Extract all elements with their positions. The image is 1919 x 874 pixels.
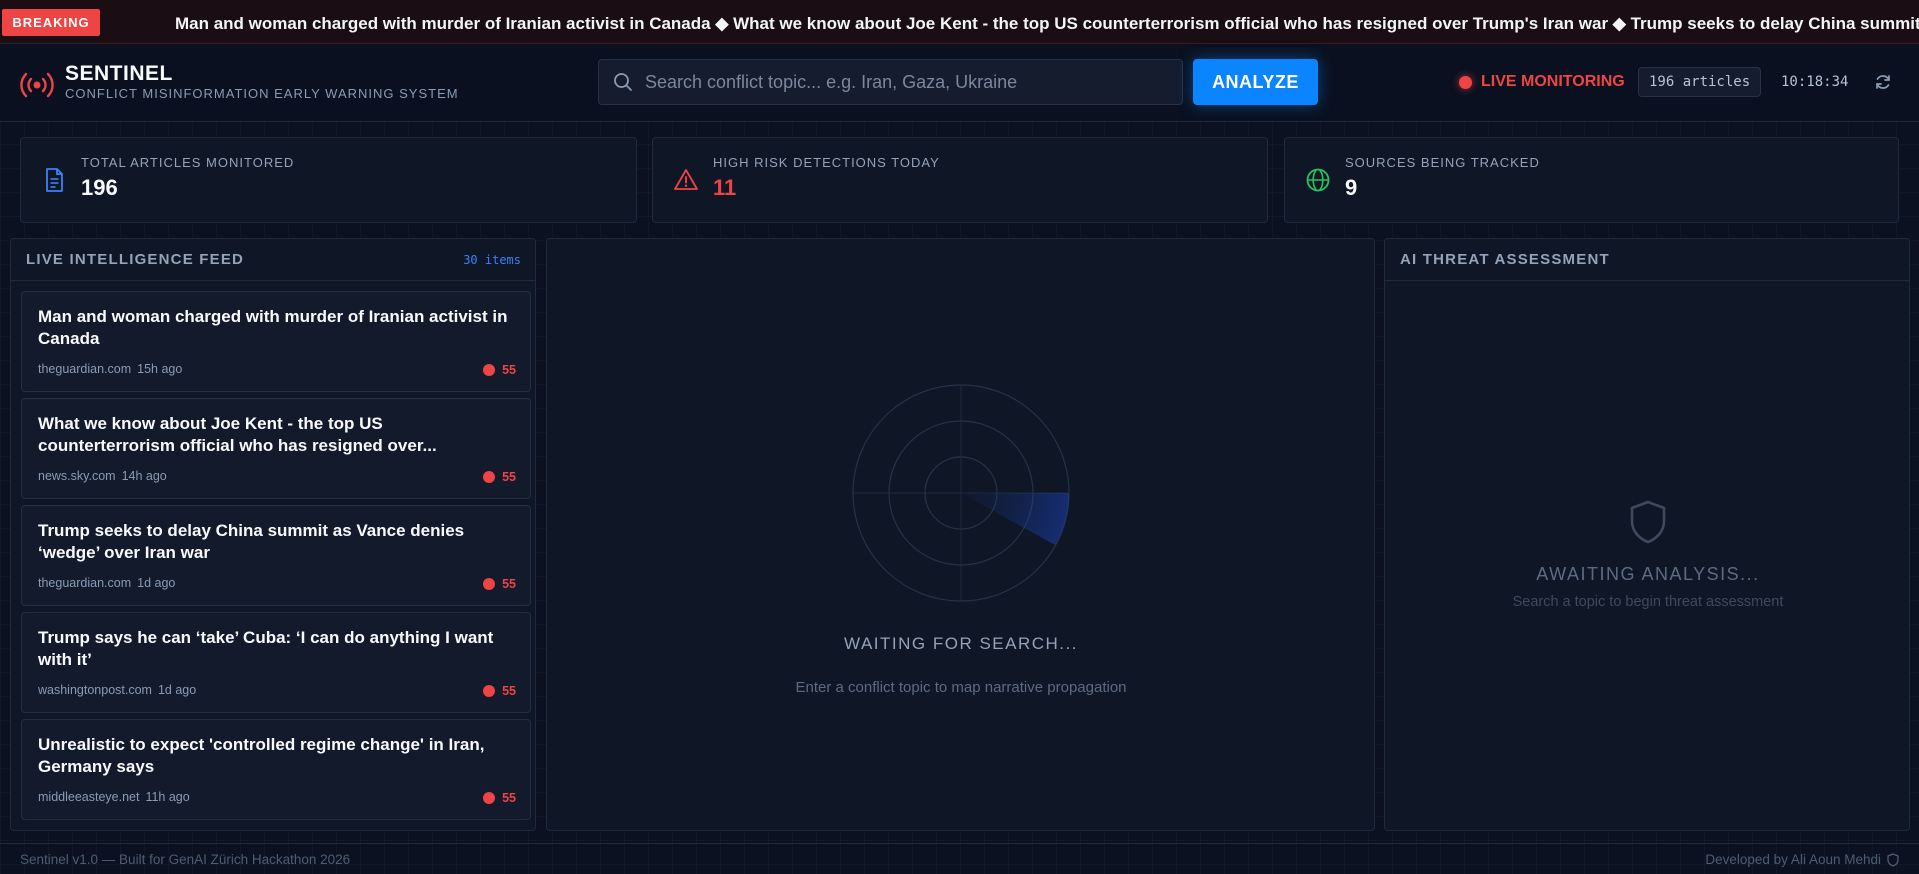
- threat-title: AI THREAT ASSESSMENT: [1385, 239, 1909, 281]
- stat-card-sources: SOURCES BEING TRACKED 9: [1284, 137, 1899, 223]
- risk-value: 55: [502, 363, 516, 377]
- feed-item-source: theguardian.com: [38, 362, 132, 376]
- feed-item[interactable]: What we know about Joe Kent - the top US…: [21, 398, 531, 499]
- footer-version: Sentinel v1.0 — Built for GenAI Zürich H…: [20, 852, 351, 867]
- risk-score: 55: [483, 470, 516, 484]
- risk-dot-icon: [483, 578, 496, 590]
- stat-label: SOURCES BEING TRACKED: [1345, 155, 1540, 170]
- footer-credit: Developed by Ali Aoun Mehdi: [1705, 852, 1899, 867]
- shield-icon: [1630, 500, 1666, 544]
- risk-dot-icon: [483, 685, 496, 697]
- feed-title: LIVE INTELLIGENCE FEED: [11, 239, 535, 281]
- warning-icon: [674, 169, 698, 190]
- shield-small-icon: [1887, 852, 1899, 867]
- live-dot-icon: [1459, 75, 1472, 89]
- search-box[interactable]: [598, 59, 1183, 105]
- feed-item-meta: washingtonpost.com 1d ago: [38, 683, 196, 697]
- feed-item-time: 15h ago: [137, 362, 183, 376]
- analyze-button[interactable]: ANALYZE: [1193, 59, 1318, 105]
- feed-item-title: Unrealistic to expect 'controlled regime…: [38, 735, 485, 776]
- brand-name: SENTINEL: [65, 62, 173, 85]
- feed-item-meta: middleeasteye.net 11h ago: [38, 790, 190, 804]
- risk-dot-icon: [483, 792, 496, 804]
- risk-dot-icon: [483, 471, 496, 483]
- risk-value: 55: [502, 684, 516, 698]
- globe-icon: [1306, 168, 1330, 192]
- awaiting-analysis-subtitle: Search a topic to begin threat assessmen…: [1512, 594, 1784, 610]
- stat-value: 9: [1345, 175, 1358, 200]
- feed-item-time: 1d ago: [137, 576, 176, 590]
- stat-card-total-articles: TOTAL ARTICLES MONITORED 196: [20, 137, 637, 223]
- feed-item-title: What we know about Joe Kent - the top US…: [38, 414, 437, 455]
- waiting-title: WAITING FOR SEARCH...: [844, 634, 1078, 653]
- brand-tagline: CONFLICT MISINFORMATION EARLY WARNING SY…: [65, 86, 459, 101]
- risk-dot-icon: [483, 364, 496, 376]
- refresh-icon[interactable]: [1874, 73, 1892, 91]
- narrative-map-panel: WAITING FOR SEARCH... Enter a conflict t…: [546, 238, 1375, 831]
- feed-item-source: middleeasteye.net: [38, 790, 140, 804]
- footer-developer: Developed by Ali Aoun Mehdi: [1705, 852, 1881, 867]
- risk-value: 55: [502, 470, 516, 484]
- article-count-badge: 196 articles: [1638, 67, 1762, 97]
- feed-item-title: Man and woman charged with murder of Ira…: [38, 307, 508, 348]
- waiting-subtitle: Enter a conflict topic to map narrative …: [795, 679, 1127, 696]
- breaking-badge: BREAKING: [2, 9, 100, 36]
- risk-value: 55: [502, 791, 516, 805]
- live-monitoring-status: LIVE MONITORING: [1459, 73, 1625, 91]
- live-monitoring-label: LIVE MONITORING: [1481, 73, 1625, 90]
- feed-item-time: 1d ago: [157, 683, 197, 697]
- feed-item-source: washingtonpost.com: [38, 683, 152, 697]
- ai-threat-assessment-panel: AI THREAT ASSESSMENT AWAITING ANALYSIS..…: [1384, 238, 1910, 831]
- feed-item-time: 11h ago: [145, 790, 190, 804]
- risk-score: 55: [483, 363, 516, 377]
- ticker-text: Man and woman charged with murder of Ira…: [175, 14, 1919, 33]
- search-input[interactable]: [633, 71, 1182, 93]
- search-icon: [614, 73, 632, 91]
- feed-item-title: Trump seeks to delay China summit as Van…: [38, 521, 465, 562]
- clock: 10:18:34: [1781, 74, 1849, 90]
- breaking-ticker: BREAKING Man and woman charged with murd…: [0, 0, 1919, 44]
- feed-item-count: 30 items: [463, 253, 521, 267]
- feed-item[interactable]: Unrealistic to expect 'controlled regime…: [21, 719, 531, 820]
- feed-item-meta: theguardian.com 15h ago: [38, 362, 182, 376]
- risk-score: 55: [483, 577, 516, 591]
- stat-card-high-risk: HIGH RISK DETECTIONS TODAY 11: [652, 137, 1268, 223]
- feed-list: Man and woman charged with murder of Ira…: [21, 291, 531, 826]
- feed-item[interactable]: Man and woman charged with murder of Ira…: [21, 291, 531, 392]
- stat-label: TOTAL ARTICLES MONITORED: [81, 155, 295, 170]
- stat-label: HIGH RISK DETECTIONS TODAY: [713, 155, 940, 170]
- risk-score: 55: [483, 791, 516, 805]
- feed-item[interactable]: Trump says he can ‘take’ Cuba: ‘I can do…: [21, 612, 531, 713]
- feed-item-meta: news.sky.com 14h ago: [38, 469, 167, 483]
- broadcast-icon: [20, 72, 54, 98]
- risk-score: 55: [483, 684, 516, 698]
- radar-icon: [852, 384, 1070, 602]
- feed-item-time: 14h ago: [121, 469, 167, 483]
- footer: Sentinel v1.0 — Built for GenAI Zürich H…: [0, 843, 1919, 874]
- awaiting-analysis-title: AWAITING ANALYSIS...: [1536, 564, 1760, 584]
- feed-item-source: theguardian.com: [38, 576, 132, 590]
- stat-value: 11: [713, 175, 737, 200]
- risk-value: 55: [502, 577, 516, 591]
- header: SENTINEL CONFLICT MISINFORMATION EARLY W…: [0, 44, 1919, 122]
- feed-item-meta: theguardian.com 1d ago: [38, 576, 175, 590]
- feed-item-source: news.sky.com: [38, 469, 116, 483]
- stat-value: 196: [81, 175, 118, 200]
- live-intelligence-feed-panel: LIVE INTELLIGENCE FEED 30 items Man and …: [10, 238, 536, 831]
- feed-item[interactable]: Trump seeks to delay China summit as Van…: [21, 505, 531, 606]
- document-icon: [46, 168, 63, 192]
- feed-item-title: Trump says he can ‘take’ Cuba: ‘I can do…: [38, 628, 494, 669]
